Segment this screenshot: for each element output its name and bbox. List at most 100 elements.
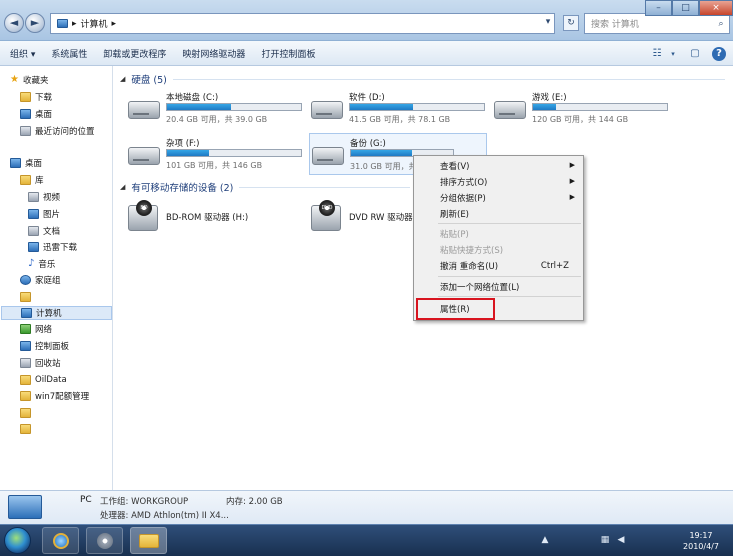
homegroup-icon: [20, 275, 31, 285]
preview-pane-icon[interactable]: ▢: [687, 46, 703, 62]
sidebar-item-folder-a[interactable]: [20, 406, 35, 420]
menu-item-view[interactable]: 查看(V): [440, 160, 580, 172]
taskbar-clock[interactable]: 19:17 2010/4/7: [672, 530, 730, 552]
sidebar-item-control-panel[interactable]: 控制面板: [20, 339, 69, 353]
sidebar-item-label: 音乐: [38, 260, 56, 270]
sidebar-item-recent[interactable]: 最近访问的位置: [20, 124, 95, 138]
sidebar-item-videos[interactable]: 视频: [28, 190, 60, 204]
menu-item-add-network-location[interactable]: 添加一个网络位置(L): [440, 281, 519, 293]
sidebar-item-label: 库: [35, 176, 44, 186]
disc-label: DVD: [319, 200, 335, 216]
properties-highlight-box: [416, 298, 495, 320]
sidebar-item-label: 桌面: [35, 110, 53, 120]
organize-button[interactable]: 组织 ▾: [10, 47, 35, 60]
menu-item-refresh[interactable]: 刷新(E): [440, 208, 469, 220]
views-dropdown-icon[interactable]: ▾: [665, 46, 681, 62]
video-icon: [28, 192, 39, 202]
sidebar-item-library[interactable]: 库: [20, 173, 44, 187]
collapse-toggle-icon[interactable]: ◢: [120, 183, 125, 191]
refresh-button[interactable]: ↻: [563, 15, 579, 31]
drive-d[interactable]: 软件 (D:) 41.5 GB 可用，共 78.1 GB: [311, 91, 491, 131]
sidebar-item-music[interactable]: ♪ 音乐: [28, 257, 55, 271]
address-bar[interactable]: ▸ 计算机 ▸: [50, 13, 555, 34]
drive-name: DVD RW 驱动器: [349, 213, 413, 223]
drive-free-space: 20.4 GB 可用，共 39.0 GB: [166, 115, 268, 124]
sidebar-item-pictures[interactable]: 图片: [28, 207, 60, 221]
drive-free-space: 41.5 GB 可用，共 78.1 GB: [349, 115, 451, 124]
sidebar-item-favorites[interactable]: ★ 收藏夹: [10, 73, 48, 87]
network-tray-icon[interactable]: ▦: [600, 535, 610, 545]
uninstall-button[interactable]: 卸载或更改程序: [103, 47, 166, 60]
sidebar-item-downloads[interactable]: 下载: [20, 90, 52, 104]
drive-name: BD-ROM 驱动器 (H:): [166, 213, 249, 223]
sidebar-item-user[interactable]: [20, 290, 35, 304]
removable-section-header[interactable]: ◢ 有可移动存储的设备 (2): [120, 180, 410, 194]
back-button[interactable]: ◄: [4, 13, 24, 33]
search-box[interactable]: 搜索 计算机 ⌕: [584, 13, 730, 34]
desktop-icon: [20, 109, 31, 119]
drive-free-space: 101 GB 可用，共 146 GB: [166, 161, 263, 170]
sidebar-item-label: 控制面板: [35, 342, 70, 352]
sidebar-item-network[interactable]: 网络: [20, 322, 52, 336]
close-button[interactable]: ×: [699, 0, 733, 16]
refresh-icon: ↻: [567, 18, 575, 28]
views-icon[interactable]: ☷: [649, 46, 665, 62]
open-control-panel-button[interactable]: 打开控制面板: [261, 47, 315, 60]
computer-icon: [21, 308, 32, 318]
drive-usage-fill: [167, 104, 232, 110]
sidebar-item-desktop-fav[interactable]: 桌面: [20, 107, 52, 121]
collapse-toggle-icon[interactable]: ◢: [120, 75, 125, 83]
minimize-icon: –: [656, 3, 661, 13]
sidebar-item-documents[interactable]: 文档: [28, 224, 60, 238]
drive-usage-fill: [351, 150, 413, 156]
drive-bd-rom[interactable]: BD BD-ROM 驱动器 (H:): [128, 200, 298, 233]
sidebar-item-homegroup[interactable]: 家庭组: [20, 273, 61, 287]
help-icon[interactable]: ?: [712, 47, 726, 61]
drive-usage-bar: [349, 103, 485, 111]
internet-explorer-icon: [52, 533, 69, 549]
forward-button[interactable]: ►: [25, 13, 45, 33]
sidebar-item-label: 回收站: [35, 359, 61, 369]
hard-disks-section-header[interactable]: ◢ 硬盘 (5): [120, 72, 725, 86]
sidebar-item-computer[interactable]: 计算机: [1, 306, 112, 320]
computer-icon: [57, 19, 68, 28]
menu-item-sort-by[interactable]: 排序方式(O): [440, 176, 580, 188]
sidebar-item-label: 最近访问的位置: [35, 127, 95, 137]
menu-item-group-by[interactable]: 分组依据(P): [440, 192, 580, 204]
breadcrumb-chevron[interactable]: ▸: [112, 19, 117, 29]
sidebar-item-desktop[interactable]: 桌面: [10, 156, 42, 170]
volume-tray-icon[interactable]: ◀: [616, 535, 626, 545]
command-toolbar: 组织 ▾ 系统属性 卸载或更改程序 映射网络驱动器 打开控制面板: [0, 41, 733, 66]
breadcrumb-separator[interactable]: ▸: [72, 19, 77, 29]
start-button[interactable]: [4, 527, 31, 554]
drive-e[interactable]: 游戏 (E:) 120 GB 可用，共 144 GB: [494, 91, 674, 131]
system-properties-button[interactable]: 系统属性: [51, 47, 87, 60]
maximize-button[interactable]: □: [672, 0, 699, 16]
drive-usage-bar: [532, 103, 668, 111]
sidebar-item-oildata[interactable]: OilData: [20, 373, 67, 387]
clock-date: 2010/4/7: [683, 542, 719, 551]
breadcrumb-computer[interactable]: 计算机: [81, 17, 108, 30]
drive-f[interactable]: 杂项 (F:) 101 GB 可用，共 146 GB: [128, 137, 308, 177]
drive-dvd-rw[interactable]: DVD DVD RW 驱动器: [311, 200, 413, 233]
drive-c[interactable]: 本地磁盘 (C:) 20.4 GB 可用，共 39.0 GB: [128, 91, 308, 131]
minimize-button[interactable]: –: [645, 0, 672, 16]
sidebar-item-thunder-download[interactable]: 迅雷下载: [28, 240, 77, 254]
sidebar-item-label: 收藏夹: [22, 76, 49, 86]
search-input-placeholder[interactable]: 搜索 计算机: [591, 17, 713, 30]
address-dropdown-button[interactable]: ▾: [540, 15, 556, 31]
folder-icon: [20, 375, 31, 385]
drive-name: 备份 (G:): [350, 139, 386, 149]
taskbar-media[interactable]: [86, 527, 123, 554]
sidebar-item-win7-quota[interactable]: win7配额管理: [20, 389, 89, 403]
sidebar-item-label: 图片: [43, 210, 61, 220]
taskbar-ie[interactable]: [42, 527, 79, 554]
folder-icon: [20, 408, 31, 418]
section-divider: [172, 78, 725, 80]
taskbar-explorer[interactable]: [130, 527, 167, 554]
sidebar-item-folder-b[interactable]: [20, 422, 35, 436]
sidebar-item-recycle-bin[interactable]: 回收站: [20, 356, 61, 370]
tray-expand-icon[interactable]: ▲: [540, 535, 550, 545]
sidebar-item-label: OilData: [35, 375, 67, 385]
map-network-drive-button[interactable]: 映射网络驱动器: [182, 47, 245, 60]
